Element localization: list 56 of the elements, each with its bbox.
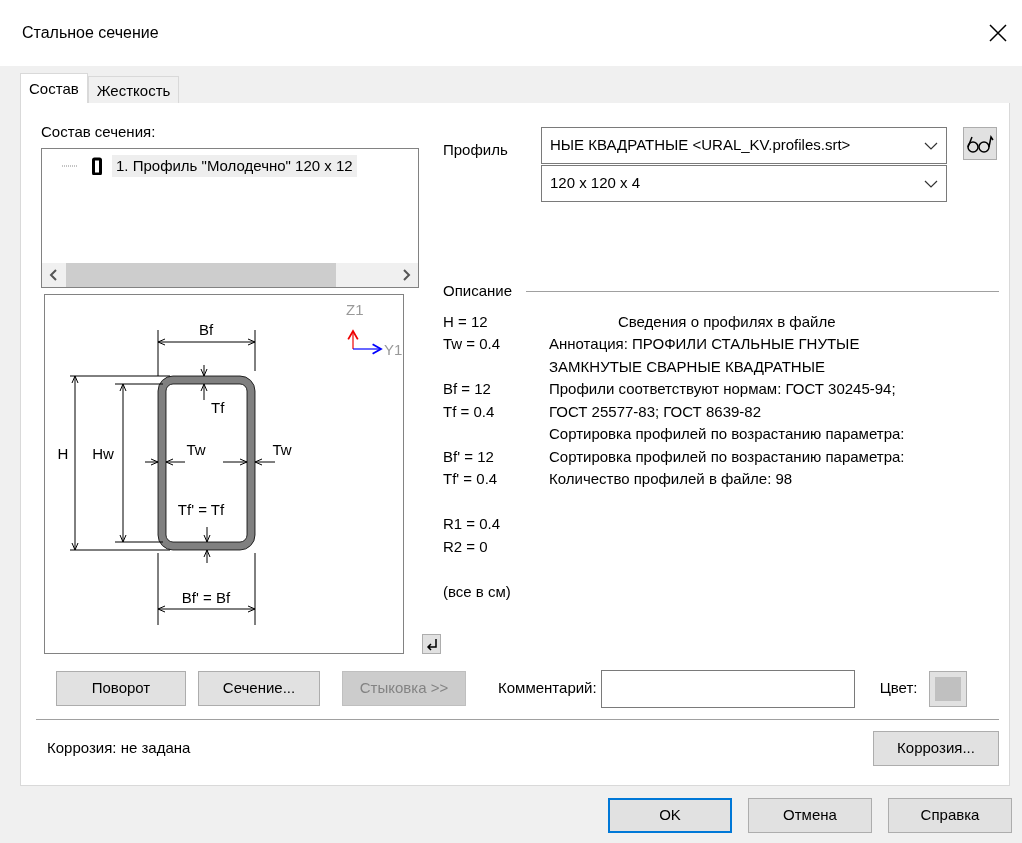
- tab[interactable]: Состав: [20, 73, 88, 103]
- dialog-button[interactable]: Отмена: [748, 798, 872, 833]
- parameter-value: H = 12: [443, 311, 489, 332]
- list-item[interactable]: 1. Профиль "Молодечно" 120 x 12: [112, 154, 357, 177]
- dialog-button[interactable]: Справка: [888, 798, 1012, 833]
- parameter-value: Tw = 0.4: [443, 334, 502, 354]
- section-list[interactable]: 1. Профиль "Молодечно" 120 x 12: [41, 147, 419, 288]
- parameter-value: Bf = 12: [443, 379, 492, 399]
- dimension-label: Tf: [211, 398, 225, 416]
- dimension-label: Bf' = Bf: [181, 588, 231, 606]
- tab[interactable]: Жесткость: [87, 76, 180, 103]
- info-line: Аннотация: ПРОФИЛИ СТАЛЬНЫЕ ГНУТЫЕ: [549, 334, 861, 354]
- chevron-down-icon: [924, 140, 938, 151]
- info-line: Профили соответствуют нормам: ГОСТ 30245-94;: [549, 379, 897, 399]
- axis-label: Z1: [346, 300, 364, 318]
- dimension-label: Tw: [272, 440, 292, 458]
- units-note: (все в см): [443, 581, 512, 602]
- dimension-label: Tw: [186, 440, 206, 458]
- comment-field[interactable]: [600, 669, 855, 708]
- tube-section-icon: [92, 156, 102, 175]
- info-heading: Сведения о профилях в файле: [616, 311, 837, 332]
- info-line: Количество профилей в файле: 98: [549, 469, 794, 489]
- parameter-value: R2 = 0: [443, 536, 489, 557]
- info-line: Сортировка профилей по возрастанию параметра:: [549, 424, 905, 444]
- comment-label: Комментарий:: [498, 678, 597, 699]
- action-button[interactable]: Поворот: [56, 671, 186, 706]
- parameter-value: Tf' = 0.4: [443, 469, 499, 489]
- profile-label: Профиль: [443, 140, 509, 160]
- tree-connector-icon: [62, 164, 78, 167]
- chevron-down-icon: [924, 178, 938, 189]
- color-label: Цвет:: [879, 678, 918, 699]
- info-line: ЗАМКНУТЫЕ СВАРНЫЕ КВАДРАТНЫЕ: [549, 356, 826, 377]
- profile-type-dropdown[interactable]: НЫЕ КВАДРАТНЫЕ <URAL_KV.profiles.srt>: [541, 127, 947, 164]
- dimension-label: Hw: [92, 444, 114, 462]
- dialog-button[interactable]: OK: [608, 798, 732, 833]
- return-icon[interactable]: [422, 633, 441, 654]
- info-line: Сортировка профилей по возрастанию параметра:: [549, 446, 905, 467]
- glasses-icon[interactable]: [963, 127, 997, 160]
- list-label: Состав сечения:: [41, 122, 157, 142]
- color-picker[interactable]: [929, 670, 968, 707]
- dimension-label: Tf' = Tf: [177, 500, 225, 518]
- action-button[interactable]: Сечение...: [198, 671, 320, 706]
- horizontal-scrollbar[interactable]: [42, 262, 418, 287]
- profile-size-dropdown[interactable]: 120 x 120 x 4: [541, 165, 947, 202]
- dimension-label: H: [57, 444, 69, 462]
- corrosion-button[interactable]: Коррозия...: [873, 730, 999, 766]
- parameter-value: Bf' = 12: [443, 446, 495, 467]
- section-heading: Описание: [443, 281, 513, 301]
- window-title: Стальное сечение: [22, 23, 159, 43]
- axis-label: Y1: [384, 340, 403, 358]
- info-line: ГОСТ 25577-83; ГОСТ 8639-82: [549, 401, 762, 422]
- corrosion-status: Коррозия: не задана: [47, 737, 191, 758]
- parameter-value: Tf = 0.4: [443, 401, 496, 422]
- dimension-label: Bf: [198, 320, 214, 338]
- parameter-value: R1 = 0.4: [443, 514, 502, 534]
- axes-icon: [347, 329, 382, 355]
